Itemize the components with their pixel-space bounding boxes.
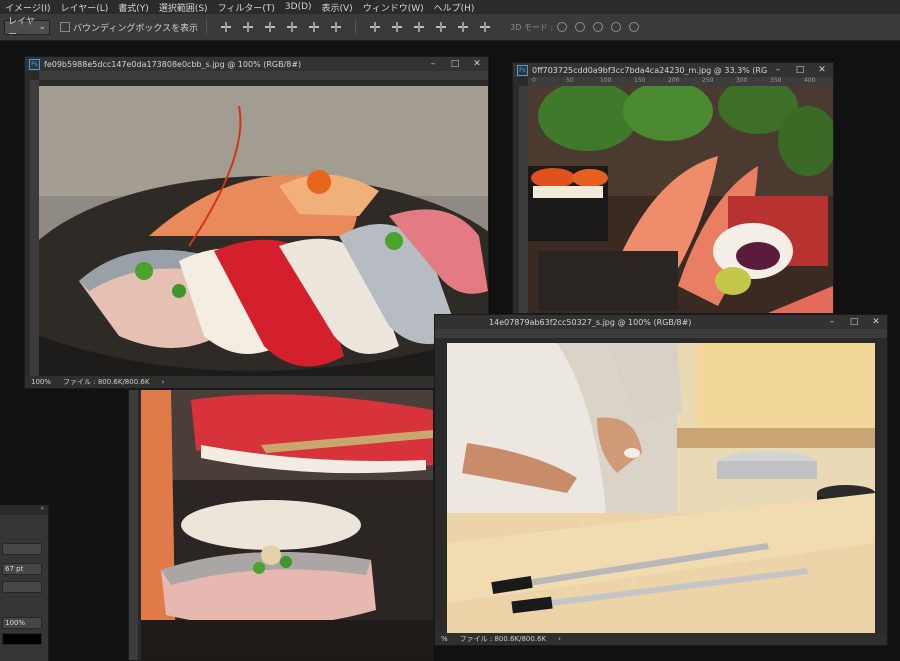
ruler-tick: 250 [702, 77, 714, 84]
document-window-chef[interactable]: 14e07879ab63f2cc50327_s.jpg @ 100% (RGB/… [434, 314, 888, 646]
video-3d-icon[interactable] [629, 22, 640, 32]
maximize-button[interactable]: □ [843, 317, 865, 327]
minimize-button[interactable]: – [422, 59, 444, 69]
scale-field[interactable]: 100% [2, 617, 42, 629]
maximize-button[interactable]: □ [444, 59, 466, 69]
status-bar: 100% ファイル : 800.6K/800.6K › [25, 376, 488, 388]
distribute-middle-icon[interactable] [391, 22, 403, 32]
ruler-tick: 50 [566, 77, 574, 84]
vertical-ruler [129, 390, 138, 660]
window-titlebar[interactable]: Ps 0ff703725cdd0a9bf3cc7bda4ca24230_m.jp… [513, 63, 833, 77]
align-center-icon[interactable] [308, 22, 320, 32]
window-titlebar[interactable]: 14e07879ab63f2cc50327_s.jpg @ 100% (RGB/… [435, 315, 887, 329]
menu-bar: イメージ(I) レイヤー(L) 書式(Y) 選択範囲(S) フィルター(T) 3… [0, 0, 900, 14]
file-info: ファイル : 800.6K/800.6K [459, 635, 547, 643]
color-swatch[interactable] [2, 633, 42, 645]
window-titlebar[interactable]: Ps fe09b5988e5dcc147e0da173808e0cbb_s.jp… [25, 57, 488, 71]
menu-image[interactable]: イメージ(I) [0, 1, 56, 14]
panel-header[interactable]: « [0, 505, 48, 515]
window-title: 14e07879ab63f2cc50327_s.jpg @ 100% (RGB/… [489, 317, 692, 327]
menu-3d[interactable]: 3D(D) [280, 2, 317, 12]
options-bar: レイヤー ⌄ バウンディングボックスを表示 3D モード : [0, 14, 900, 41]
slide-3d-icon[interactable] [611, 22, 622, 32]
close-button[interactable]: ✕ [865, 317, 887, 327]
minimize-button[interactable]: – [767, 65, 789, 75]
ruler-tick: 100 [600, 77, 612, 84]
roll-3d-icon[interactable] [575, 22, 586, 32]
menu-view[interactable]: 表示(V) [317, 1, 358, 14]
maximize-button[interactable]: □ [789, 65, 811, 75]
mode-3d-label: 3D モード : [510, 22, 554, 32]
window-title: 0ff703725cdd0a9bf3cc7bda4ca24230_m.jpg @… [532, 65, 767, 75]
status-menu-arrow-icon[interactable]: › [161, 378, 164, 386]
horizontal-ruler [435, 329, 887, 338]
align-top-icon[interactable] [220, 22, 232, 32]
close-button[interactable]: ✕ [466, 59, 488, 69]
photoshop-icon: Ps [517, 64, 528, 76]
image-canvas-nigiri [39, 86, 488, 376]
distribute-center-icon[interactable] [457, 22, 469, 32]
zoom-level[interactable]: 100% [31, 378, 51, 386]
align-middle-icon[interactable] [242, 22, 254, 32]
checkbox-icon[interactable] [60, 22, 70, 32]
document-window-tuna[interactable] [128, 389, 434, 661]
horizontal-ruler [39, 71, 488, 80]
layer-select[interactable]: レイヤー ⌄ [4, 17, 50, 40]
vertical-ruler [519, 86, 528, 313]
ruler-tick: 0 [532, 77, 536, 84]
vertical-ruler [30, 80, 39, 376]
ruler-tick: 300 [736, 77, 748, 84]
menu-help[interactable]: ヘルプ(H) [429, 1, 480, 14]
ruler-tick: 150 [634, 77, 646, 84]
rotate-3d-icon[interactable] [557, 22, 568, 32]
menu-window[interactable]: ウィンドウ(W) [358, 1, 429, 14]
sashimi-photo [528, 86, 833, 313]
photoshop-icon: Ps [29, 58, 40, 70]
character-panel: « 67 pt 100% [0, 505, 49, 661]
distribute-right-icon[interactable] [479, 22, 491, 32]
status-menu-arrow-icon[interactable]: › [558, 635, 561, 643]
status-bar: % ファイル : 800.6K/800.6K › [435, 633, 887, 645]
minimize-button[interactable]: – [821, 317, 843, 327]
menu-filter[interactable]: フィルター(T) [213, 1, 280, 14]
chef-photo [447, 343, 875, 635]
menu-type[interactable]: 書式(Y) [113, 1, 154, 14]
distribute-bottom-icon[interactable] [413, 22, 425, 32]
ruler-tick: 200 [668, 77, 680, 84]
pan-3d-icon[interactable] [593, 22, 604, 32]
file-info: ファイル : 800.6K/800.6K [63, 378, 150, 386]
document-window-sashimi[interactable]: Ps 0ff703725cdd0a9bf3cc7bda4ca24230_m.jp… [512, 62, 834, 314]
chevron-down-icon: ⌄ [38, 22, 46, 32]
bounding-box-label: バウンディングボックスを表示 [73, 23, 199, 34]
align-left-icon[interactable] [286, 22, 298, 32]
zoom-level[interactable]: % [441, 635, 448, 643]
distribute-left-icon[interactable] [435, 22, 447, 32]
distribute-top-icon[interactable] [369, 22, 381, 32]
font-size-field[interactable]: 67 pt [2, 563, 42, 575]
menu-layer[interactable]: レイヤー(L) [56, 1, 114, 14]
align-bottom-icon[interactable] [264, 22, 276, 32]
window-title: fe09b5988e5dcc147e0da173808e0cbb_s.jpg @… [44, 59, 302, 69]
style-select[interactable] [2, 581, 42, 593]
nigiri-photo [39, 86, 488, 376]
close-button[interactable]: ✕ [811, 65, 833, 75]
image-canvas-sashimi [528, 86, 833, 313]
tuna-photo [141, 390, 433, 660]
image-canvas-tuna [141, 390, 433, 660]
document-window-nigiri[interactable]: Ps fe09b5988e5dcc147e0da173808e0cbb_s.jp… [24, 56, 489, 389]
ruler-tick: 400 [804, 77, 816, 84]
align-right-icon[interactable] [330, 22, 342, 32]
layer-select-value: レイヤー [8, 17, 35, 40]
ruler-tick: 350 [770, 77, 782, 84]
divider [206, 19, 208, 35]
divider [355, 19, 357, 35]
font-select[interactable] [2, 543, 42, 555]
horizontal-ruler: 0 50 100 150 200 250 300 350 400 [528, 77, 833, 86]
menu-select[interactable]: 選択範囲(S) [154, 1, 213, 14]
image-canvas-chef [447, 343, 875, 635]
